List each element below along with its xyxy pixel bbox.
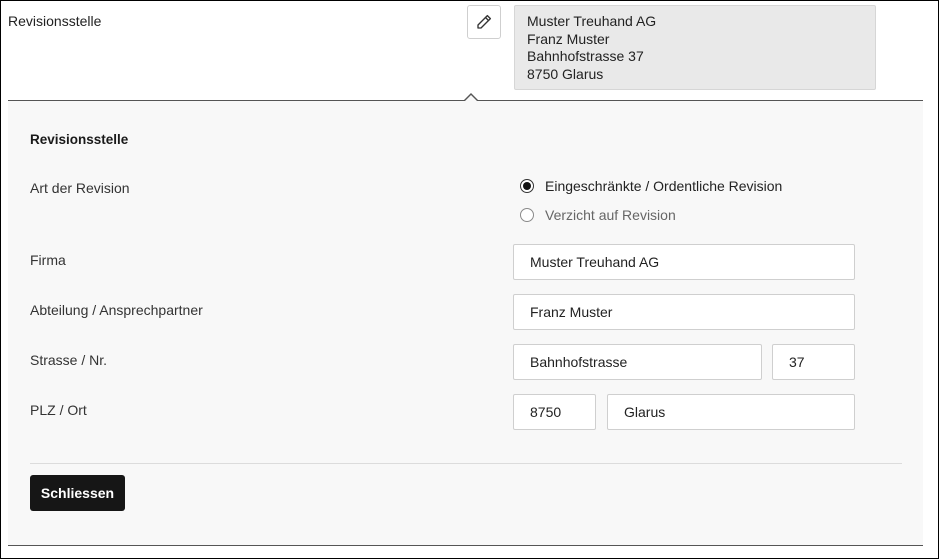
form-divider	[30, 463, 902, 464]
section-label: Revisionsstelle	[8, 13, 102, 29]
plz-input[interactable]	[513, 394, 596, 430]
plz-ort-label: PLZ / Ort	[30, 402, 87, 418]
close-button[interactable]: Schliessen	[30, 475, 125, 511]
abteilung-input[interactable]	[513, 294, 855, 330]
radio-verzicht-auf-revision[interactable]: Verzicht auf Revision	[520, 207, 676, 223]
radio-label: Eingeschränkte / Ordentliche Revision	[545, 178, 783, 194]
summary-line: Franz Muster	[527, 30, 610, 47]
art-der-revision-label: Art der Revision	[30, 180, 130, 196]
radio-eingeschraenkte-revision[interactable]: Eingeschränkte / Ordentliche Revision	[520, 178, 782, 194]
hausnummer-input[interactable]	[772, 344, 855, 380]
radio-unselected-icon[interactable]	[520, 208, 534, 222]
edit-button[interactable]	[467, 5, 501, 39]
firma-label: Firma	[30, 252, 66, 268]
summary-line: Bahnhofstrasse 37	[527, 48, 644, 64]
radio-label: Verzicht auf Revision	[545, 207, 676, 223]
edit-panel: Revisionsstelle Art der Revision Eingesc…	[8, 93, 923, 546]
ort-input[interactable]	[607, 394, 855, 430]
firma-input[interactable]	[513, 244, 855, 280]
radio-selected-icon[interactable]	[520, 179, 534, 193]
address-summary: Muster Treuhand AG Franz Muster Bahnhofs…	[514, 5, 876, 90]
summary-line: Muster Treuhand AG	[527, 13, 657, 29]
form-title: Revisionsstelle	[30, 132, 129, 147]
revisionsstelle-widget: Revisionsstelle Muster Treuhand AG Franz…	[0, 0, 939, 559]
abteilung-label: Abteilung / Ansprechpartner	[30, 302, 203, 318]
summary-line: 8750 Glarus	[527, 65, 604, 82]
strasse-label: Strasse / Nr.	[30, 352, 108, 368]
pencil-icon	[477, 14, 492, 29]
strasse-input[interactable]	[513, 344, 762, 380]
